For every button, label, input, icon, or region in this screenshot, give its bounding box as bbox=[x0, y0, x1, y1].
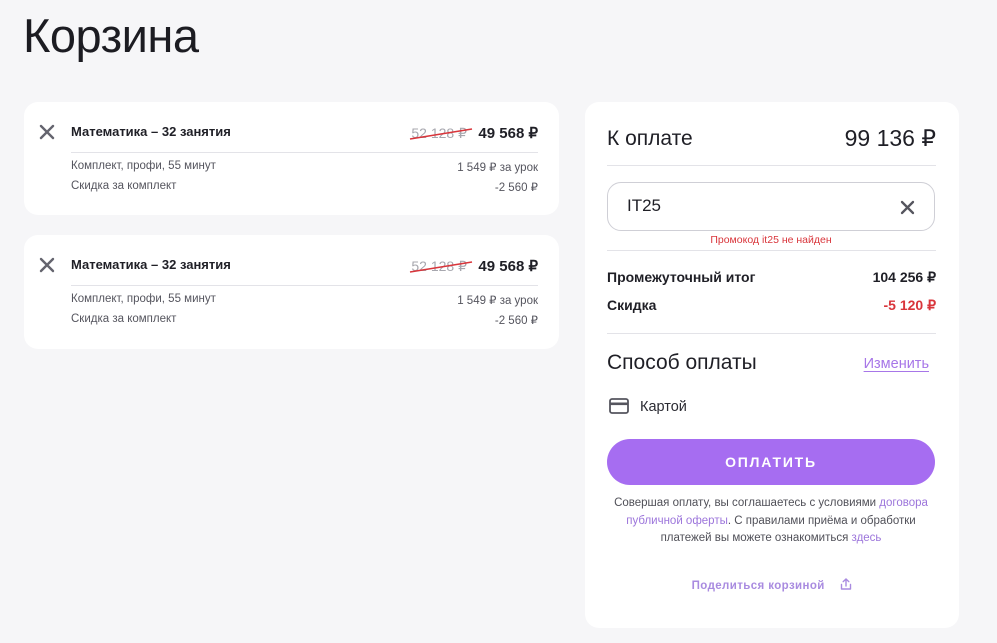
remove-item-icon[interactable] bbox=[38, 123, 56, 141]
pay-button[interactable]: ОПЛАТИТЬ bbox=[607, 439, 935, 485]
item-detail-label: Комплект, профи, 55 минут bbox=[71, 160, 216, 172]
strikethrough-line bbox=[410, 128, 473, 140]
credit-card-icon bbox=[609, 398, 629, 414]
item-detail-value: -2 560 ₽ bbox=[494, 182, 538, 194]
strikethrough-line bbox=[410, 261, 473, 273]
item-detail-row: Скидка за комплект -2 560 ₽ bbox=[71, 313, 538, 327]
legal-notice: Совершая оплату, вы соглашаетесь с услов… bbox=[614, 497, 928, 544]
item-detail-row: Комплект, профи, 55 минут 1 549 ₽ за уро… bbox=[71, 160, 538, 174]
divider bbox=[71, 285, 538, 286]
cart-item: Математика – 32 занятия 52 128 ₽ 49 568 … bbox=[24, 102, 559, 215]
promo-error-message: Промокод it25 не найден bbox=[710, 234, 832, 246]
divider bbox=[607, 165, 936, 166]
subtotal-label: Промежуточный итог bbox=[607, 269, 756, 285]
divider bbox=[71, 152, 538, 153]
share-cart-label: Поделиться корзиной bbox=[691, 580, 825, 592]
total-value: 99 136 ₽ bbox=[844, 125, 936, 151]
item-name: Математика – 32 занятия bbox=[71, 257, 231, 272]
cart-item: Математика – 32 занятия 52 128 ₽ 49 568 … bbox=[24, 235, 559, 349]
remove-item-icon[interactable] bbox=[38, 256, 56, 274]
item-detail-value: 1 549 ₽ за урок bbox=[457, 162, 538, 174]
total-label: К оплате bbox=[607, 127, 693, 150]
discount-value: -5 120 ₽ bbox=[883, 297, 937, 313]
change-payment-method-link[interactable]: Изменить bbox=[864, 356, 929, 372]
share-cart-button[interactable]: Поделиться корзиной bbox=[585, 578, 959, 592]
discount-row: Скидка -5 120 ₽ bbox=[607, 297, 936, 314]
promo-code-field[interactable] bbox=[607, 182, 935, 231]
item-detail-row: Скидка за комплект -2 560 ₽ bbox=[71, 180, 538, 194]
subtotal-value: 104 256 ₽ bbox=[872, 269, 936, 285]
item-name: Математика – 32 занятия bbox=[71, 124, 231, 139]
item-detail-row: Комплект, профи, 55 минут 1 549 ₽ за уро… bbox=[71, 293, 538, 307]
subtotal-row: Промежуточный итог 104 256 ₽ bbox=[607, 269, 936, 286]
item-price: 49 568 ₽ bbox=[478, 125, 538, 142]
divider bbox=[607, 250, 936, 251]
item-old-price: 52 128 ₽ bbox=[410, 258, 473, 275]
divider bbox=[607, 333, 936, 334]
item-price: 49 568 ₽ bbox=[478, 258, 538, 275]
item-old-price: 52 128 ₽ bbox=[410, 125, 473, 142]
order-summary: К оплате 99 136 ₽ Промокод it25 не найде… bbox=[585, 102, 959, 628]
item-detail-label: Скидка за комплект bbox=[71, 180, 177, 192]
promo-code-input[interactable] bbox=[627, 196, 887, 216]
item-detail-value: -2 560 ₽ bbox=[494, 315, 538, 327]
item-detail-value: 1 549 ₽ за урок bbox=[457, 295, 538, 307]
item-detail-label: Комплект, профи, 55 минут bbox=[71, 293, 216, 305]
page-title: Корзина bbox=[23, 9, 199, 62]
clear-promo-icon[interactable] bbox=[899, 199, 916, 216]
item-detail-label: Скидка за комплект bbox=[71, 313, 177, 325]
payment-method-title: Способ оплаты bbox=[607, 351, 757, 374]
discount-label: Скидка bbox=[607, 297, 657, 313]
share-icon bbox=[841, 578, 852, 590]
payment-method-value: Картой bbox=[640, 399, 687, 415]
payment-rules-link[interactable]: здесь bbox=[852, 532, 882, 544]
